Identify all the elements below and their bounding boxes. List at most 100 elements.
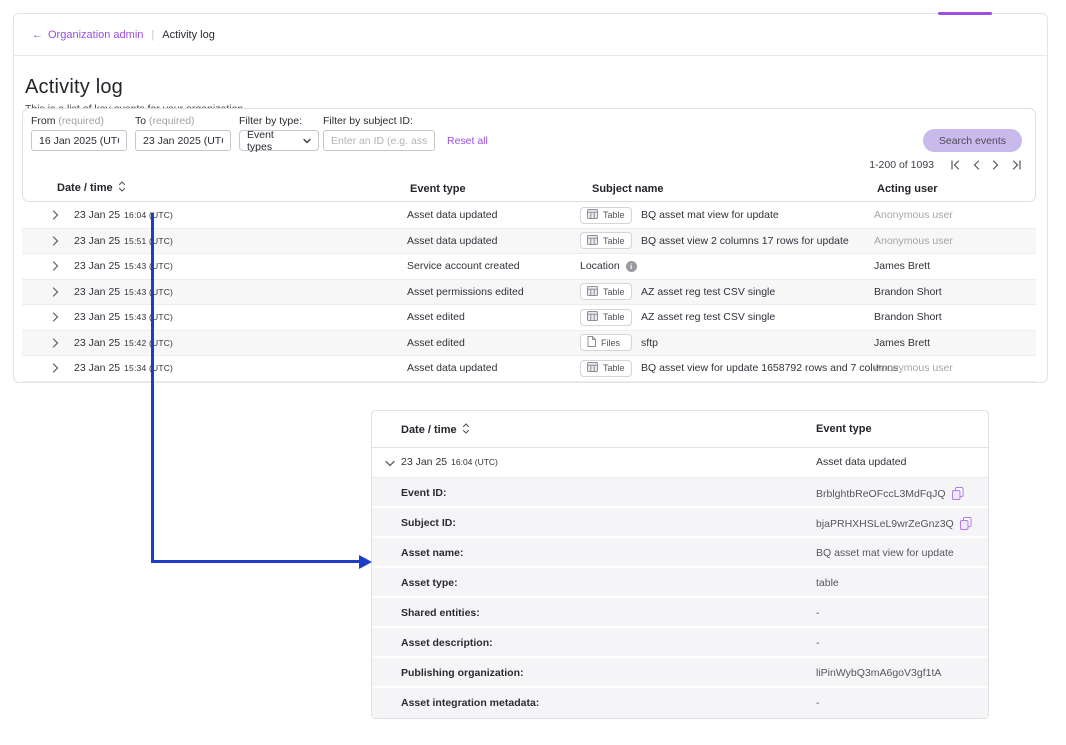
from-required-hint: (required) (58, 115, 104, 127)
subject-name: BQ asset view for update 1658792 rows an… (641, 362, 898, 374)
detail-field-row: Shared entities:- (372, 598, 988, 628)
detail-field-label: Asset integration metadata: (401, 697, 539, 709)
event-types-value: Event types (247, 129, 293, 153)
row-date: 23 Jan 2516:04 (UTC) (74, 203, 173, 228)
detail-field-label: Asset description: (401, 637, 493, 649)
table-row[interactable]: 23 Jan 2515:42 (UTC)Asset editedFilessft… (22, 331, 1036, 357)
table-icon (587, 209, 598, 221)
row-subject: Filessftp (580, 331, 658, 356)
detail-field-label: Publishing organization: (401, 667, 524, 679)
row-event-type: Asset permissions edited (407, 280, 524, 305)
row-event-type: Asset edited (407, 305, 465, 330)
detail-field-label: Event ID: (401, 487, 447, 499)
to-date-input[interactable] (135, 130, 231, 151)
detail-field-value: BQ asset mat view for update (816, 547, 954, 559)
annotation-arrow-head (359, 555, 372, 569)
to-required-hint: (required) (149, 115, 195, 127)
detail-field-row: Asset name: BQ asset mat view for update (372, 538, 988, 568)
breadcrumb-current: Activity log (162, 29, 215, 41)
detail-expanded-row[interactable]: 23 Jan 2516:04 (UTC) Asset data updated (372, 448, 988, 478)
detail-field-label: Asset type: (401, 577, 458, 589)
subject-name: Location (580, 260, 620, 272)
from-date-input[interactable] (31, 130, 127, 151)
chevron-down-icon (303, 135, 311, 147)
expand-chevron-icon[interactable] (52, 305, 59, 330)
detail-field-value: BrblghtbReOFccL3MdFqJQ (816, 487, 964, 500)
table-row[interactable]: 23 Jan 2516:04 (UTC)Asset data updatedTa… (22, 203, 1036, 229)
subject-name: AZ asset reg test CSV single (641, 311, 775, 323)
row-event-type: Asset edited (407, 331, 465, 356)
detail-field-row: Subject ID:bjaPRHXHSLeL9wrZeGnz3Q (372, 508, 988, 538)
table-icon (587, 286, 598, 298)
row-subject: TableAZ asset reg test CSV single (580, 305, 775, 330)
detail-header-row: Date / time Event type (372, 411, 988, 448)
copy-icon[interactable] (952, 487, 964, 500)
row-event-type: Asset data updated (407, 203, 498, 228)
row-acting-user: Brandon Short (874, 305, 942, 330)
detail-fields: Event ID: BrblghtbReOFccL3MdFqJQ Subject I… (372, 478, 988, 718)
filter-by-subject-label: Filter by subject ID: (323, 115, 413, 127)
row-date: 23 Jan 2515:51 (UTC) (74, 229, 173, 254)
detail-field-value: liPinWybQ3mA6goV3gf1tA (816, 667, 941, 679)
table-badge: Table (580, 283, 632, 300)
page-title: Activity log (25, 76, 123, 99)
expand-chevron-icon[interactable] (52, 356, 59, 381)
sort-icon[interactable] (462, 423, 470, 437)
first-page-icon[interactable] (950, 160, 961, 170)
table-row[interactable]: 23 Jan 2515:43 (UTC)Asset editedTableAZ … (22, 305, 1036, 331)
to-label: To (required) (135, 115, 195, 127)
sort-icon[interactable] (118, 181, 126, 195)
row-date: 23 Jan 2515:34 (UTC) (74, 356, 173, 381)
detail-column-date[interactable]: Date / time (401, 423, 470, 437)
detail-field-value: - (816, 607, 820, 619)
expand-chevron-icon[interactable] (52, 229, 59, 254)
breadcrumb-divider: | (151, 29, 154, 41)
row-subject: TableBQ asset view 2 columns 17 rows for… (580, 229, 849, 254)
detail-field-row: Event ID: BrblghtbReOFccL3MdFqJQ (372, 478, 988, 508)
event-types-dropdown[interactable]: Event types (239, 130, 319, 151)
files-icon (587, 336, 596, 349)
detail-field-label: Asset name: (401, 547, 463, 559)
row-subject: Table BQ asset view for update 1658792 ro… (580, 356, 898, 381)
reset-all-link[interactable]: Reset all (447, 135, 488, 147)
detail-field-value: table (816, 577, 839, 589)
table-row[interactable]: 23 Jan 2515:43 (UTC)Service account crea… (22, 254, 1036, 280)
column-header-acting-user: Acting user (877, 183, 938, 195)
breadcrumb: ← Organization admin | Activity log (14, 14, 1047, 56)
row-acting-user: Anonymous user (874, 356, 953, 381)
info-icon[interactable]: i (626, 261, 637, 272)
subject-id-input[interactable] (323, 130, 435, 151)
expand-chevron-icon[interactable] (52, 280, 59, 305)
detail-row-time: 16:04 (UTC) (451, 457, 498, 467)
table-icon (587, 311, 598, 323)
column-header-date[interactable]: Date / time (57, 181, 126, 195)
table-row[interactable]: 23 Jan 2515:43 (UTC)Asset permissions ed… (22, 280, 1036, 306)
detail-field-row: Asset integration metadata:- (372, 688, 988, 718)
expand-chevron-icon[interactable] (52, 203, 59, 228)
filter-bar: From (required) To (required) Filter by … (22, 108, 1036, 202)
expand-chevron-icon[interactable] (52, 331, 59, 356)
search-events-button[interactable]: Search events (923, 129, 1022, 152)
table-icon (587, 235, 598, 247)
filter-by-type-label: Filter by type: (239, 115, 302, 127)
row-acting-user: James Brett (874, 254, 930, 279)
copy-icon[interactable] (960, 517, 972, 530)
subject-name: AZ asset reg test CSV single (641, 286, 775, 298)
pagination: 1-200 of 1093 (869, 157, 1022, 173)
detail-field-label: Subject ID: (401, 517, 456, 529)
table-rows: 23 Jan 2516:04 (UTC) Asset data updated Ta… (22, 203, 1036, 382)
table-header-row: Date / time Event type Subject name Acti… (23, 179, 1035, 201)
column-header-event-type: Event type (410, 183, 466, 195)
pagination-range: 1-200 of 1093 (869, 159, 934, 171)
last-page-icon[interactable] (1011, 160, 1022, 170)
expand-chevron-icon[interactable] (52, 254, 59, 279)
previous-page-icon[interactable] (973, 160, 980, 170)
table-row[interactable]: 23 Jan 2515:34 (UTC)Asset data updatedTa… (22, 356, 1036, 382)
main-panel: ← Organization admin | Activity log Acti… (13, 13, 1048, 383)
organization-admin-back-link[interactable]: ← Organization admin (32, 29, 143, 41)
next-page-icon[interactable] (992, 160, 999, 170)
chevron-down-icon[interactable] (385, 458, 395, 470)
table-row[interactable]: 23 Jan 2515:51 (UTC)Asset data updatedTa… (22, 229, 1036, 255)
back-arrow-icon: ← (32, 29, 43, 41)
table-badge: Table (580, 360, 632, 377)
